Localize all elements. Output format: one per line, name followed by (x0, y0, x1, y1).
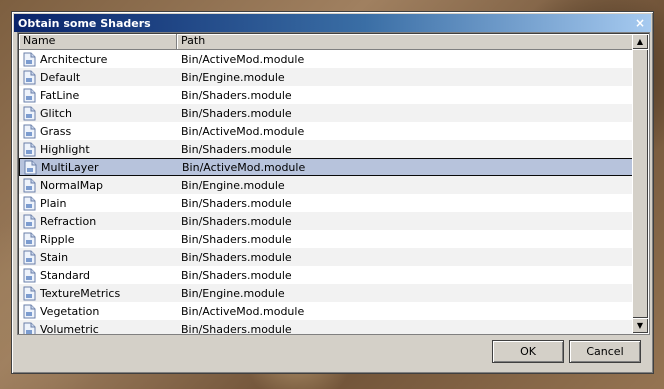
cell-name: Refraction (19, 214, 177, 229)
cell-name: MultiLayer (20, 160, 178, 175)
file-icon (23, 70, 36, 84)
list-item[interactable]: MultiLayer Bin/ActiveMod.module (19, 158, 634, 176)
shader-name: Volumetric (40, 322, 99, 335)
column-header-path[interactable]: Path (177, 34, 634, 49)
shader-name: TextureMetrics (40, 286, 121, 300)
shader-name: Standard (40, 268, 91, 282)
shader-path: Bin/Engine.module (181, 178, 285, 192)
list-item[interactable]: TextureMetrics Bin/Engine.module (19, 284, 634, 302)
file-icon (23, 268, 36, 282)
shader-path: Bin/ActiveMod.module (181, 124, 305, 138)
cell-name: Volumetric (19, 322, 177, 335)
shader-name: Grass (40, 124, 72, 138)
shader-name: FatLine (40, 88, 80, 102)
file-icon (24, 160, 37, 174)
shader-path: Bin/ActiveMod.module (181, 52, 305, 66)
file-icon (23, 178, 36, 192)
list-item[interactable]: FatLine Bin/Shaders.module (19, 86, 634, 104)
scroll-down-icon[interactable]: ▼ (632, 318, 648, 333)
shader-path: Bin/Engine.module (181, 70, 285, 84)
cell-name: FatLine (19, 88, 177, 103)
shader-path: Bin/ActiveMod.module (182, 160, 306, 174)
list-item[interactable]: Vegetation Bin/ActiveMod.module (19, 302, 634, 320)
shader-path: Bin/Shaders.module (181, 250, 292, 264)
file-icon (23, 232, 36, 246)
file-icon (23, 142, 36, 156)
shader-name: MultiLayer (41, 160, 99, 174)
list-item[interactable]: Default Bin/Engine.module (19, 68, 634, 86)
list-item[interactable]: Glitch Bin/Shaders.module (19, 104, 634, 122)
column-header-name[interactable]: Name (19, 34, 177, 49)
file-icon (23, 214, 36, 228)
scrollbar-thumb[interactable] (632, 49, 648, 318)
cell-name: TextureMetrics (19, 286, 177, 301)
file-icon (23, 250, 36, 264)
shader-path: Bin/Shaders.module (181, 322, 292, 335)
shader-path: Bin/Shaders.module (181, 232, 292, 246)
list-rows: Architecture Bin/ActiveMod.module Default B… (19, 50, 634, 335)
vertical-scrollbar[interactable]: ▲ ▼ (632, 34, 648, 333)
shader-name: Refraction (40, 214, 97, 228)
file-icon (23, 196, 36, 210)
title-bar[interactable]: Obtain some Shaders × (14, 14, 651, 32)
cell-name: Highlight (19, 142, 177, 157)
file-icon (23, 88, 36, 102)
file-icon (23, 52, 36, 66)
shader-name: Architecture (40, 52, 108, 66)
cell-name: Ripple (19, 232, 177, 247)
list-item[interactable]: Ripple Bin/Shaders.module (19, 230, 634, 248)
cell-name: Default (19, 70, 177, 85)
dialog-title: Obtain some Shaders (18, 16, 151, 30)
shader-name: Ripple (40, 232, 75, 246)
file-icon (23, 124, 36, 138)
list-item[interactable]: Volumetric Bin/Shaders.module (19, 320, 634, 335)
shader-name: Stain (40, 250, 69, 264)
list-item[interactable]: Standard Bin/Shaders.module (19, 266, 634, 284)
cell-name: Plain (19, 196, 177, 211)
file-icon (23, 322, 36, 334)
shader-path: Bin/Shaders.module (181, 142, 292, 156)
ok-button[interactable]: OK (492, 340, 564, 363)
shader-path: Bin/Shaders.module (181, 268, 292, 282)
list-item[interactable]: Grass Bin/ActiveMod.module (19, 122, 634, 140)
shader-path: Bin/ActiveMod.module (181, 304, 305, 318)
shader-path: Bin/Shaders.module (181, 88, 292, 102)
cell-name: Standard (19, 268, 177, 283)
shader-name: Glitch (40, 106, 72, 120)
file-icon (23, 304, 36, 318)
shader-path: Bin/Shaders.module (181, 214, 292, 228)
shader-name: Vegetation (40, 304, 100, 318)
shader-path: Bin/Shaders.module (181, 196, 292, 210)
scroll-up-icon[interactable]: ▲ (632, 34, 648, 49)
cell-name: Vegetation (19, 304, 177, 319)
list-item[interactable]: Refraction Bin/Shaders.module (19, 212, 634, 230)
cell-name: Stain (19, 250, 177, 265)
list-item[interactable]: NormalMap Bin/Engine.module (19, 176, 634, 194)
list-header: Name Path (19, 34, 634, 50)
list-item[interactable]: Stain Bin/Shaders.module (19, 248, 634, 266)
cell-name: Architecture (19, 52, 177, 67)
list-item[interactable]: Plain Bin/Shaders.module (19, 194, 634, 212)
shader-list[interactable]: Name Path Architecture Bin/ActiveMod.modu… (17, 32, 650, 335)
shader-name: Plain (40, 196, 67, 210)
close-icon[interactable]: × (633, 16, 647, 30)
shader-path: Bin/Shaders.module (181, 106, 292, 120)
list-item[interactable]: Highlight Bin/Shaders.module (19, 140, 634, 158)
shader-name: Highlight (40, 142, 90, 156)
file-icon (23, 106, 36, 120)
cell-name: Grass (19, 124, 177, 139)
cancel-button[interactable]: Cancel (569, 340, 641, 363)
file-icon (23, 286, 36, 300)
shader-name: Default (40, 70, 81, 84)
cell-name: NormalMap (19, 178, 177, 193)
shader-dialog: Obtain some Shaders × Name Path Architec… (11, 11, 654, 374)
list-item[interactable]: Architecture Bin/ActiveMod.module (19, 50, 634, 68)
shader-name: NormalMap (40, 178, 104, 192)
shader-path: Bin/Engine.module (181, 286, 285, 300)
cell-name: Glitch (19, 106, 177, 121)
